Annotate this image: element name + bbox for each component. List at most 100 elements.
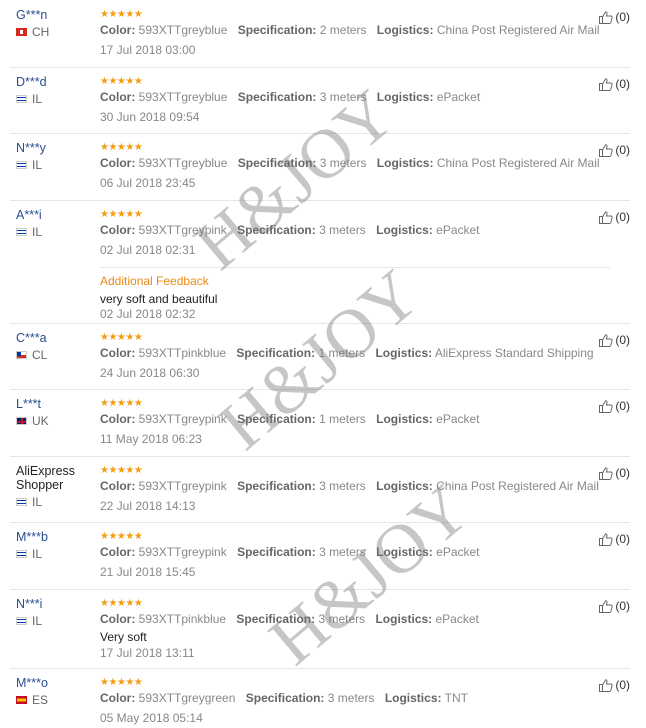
reviewer-name[interactable]: M***o (16, 676, 98, 690)
country-code: IL (32, 547, 43, 561)
helpful-button[interactable]: (0) (599, 143, 630, 157)
helpful-count: (0) (615, 10, 630, 24)
reviewer-name[interactable]: D***d (16, 75, 98, 89)
star-rating: ★★★★★ (100, 209, 143, 220)
order-attributes: Color: 593XTTgreypink Specification: 3 m… (100, 545, 610, 559)
spec-value: 3 meters (327, 691, 375, 705)
spec-label: Specification: (237, 479, 316, 493)
color-label: Color: (100, 23, 136, 37)
color-value: 593XTTgreypink (138, 223, 227, 237)
review-item: N***i IL ★★★★★ Color: 593XTTpinkblue Spe… (10, 589, 630, 669)
helpful-button[interactable]: (0) (599, 466, 630, 480)
reviewer: M***o ES (16, 676, 98, 707)
color-label: Color: (100, 412, 136, 426)
logistics-label: Logistics: (384, 691, 442, 705)
review-content: ★★★★★ Color: 593XTTpinkblue Specificatio… (100, 598, 610, 660)
flag-icon (16, 617, 27, 625)
helpful-button[interactable]: (0) (599, 333, 630, 347)
country-code: IL (32, 495, 43, 509)
review-date: 22 Jul 2018 14:13 (100, 499, 196, 513)
country-code: IL (32, 614, 43, 628)
helpful-button[interactable]: (0) (599, 532, 630, 546)
spec-value: 1 meters (318, 346, 366, 360)
star-rating: ★★★★★ (100, 398, 143, 409)
order-attributes: Color: 593XTTgreyblue Specification: 3 m… (100, 156, 610, 170)
flag-icon (16, 417, 27, 425)
reviewer-country: IL (16, 495, 98, 509)
order-attributes: Color: 593XTTgreyblue Specification: 2 m… (100, 23, 610, 37)
reviewer: N***y IL (16, 141, 98, 172)
reviewer-name[interactable]: AliExpress Shopper (16, 464, 98, 492)
logistics-label: Logistics: (376, 90, 434, 104)
review-item: C***a CL ★★★★★ Color: 593XTTpinkblue Spe… (10, 323, 630, 390)
reviewer-name[interactable]: G***n (16, 8, 98, 22)
thumbs-up-icon (599, 210, 613, 224)
country-code: ES (32, 693, 49, 707)
order-attributes: Color: 593XTTgreypink Specification: 3 m… (100, 223, 610, 237)
reviewer-country: IL (16, 158, 98, 172)
flag-icon (16, 696, 27, 704)
review-item: D***d IL ★★★★★ Color: 593XTTgreyblue Spe… (10, 67, 630, 134)
helpful-button[interactable]: (0) (599, 77, 630, 91)
spec-label: Specification: (237, 156, 317, 170)
reviewer-name[interactable]: A***i (16, 208, 98, 222)
color-label: Color: (100, 346, 136, 360)
spec-value: 1 meters (319, 412, 366, 426)
spec-value: 3 meters (318, 612, 366, 626)
review-date: 21 Jul 2018 15:45 (100, 565, 196, 579)
order-attributes: Color: 593XTTgreypink Specification: 3 m… (100, 479, 610, 493)
additional-feedback-title: Additional Feedback (100, 274, 209, 288)
review-content: ★★★★★ Color: 593XTTgreypink Specificatio… (100, 398, 610, 446)
order-attributes: Color: 593XTTgreyblue Specification: 3 m… (100, 90, 610, 104)
review-date: 06 Jul 2018 23:45 (100, 176, 196, 190)
reviewer-name[interactable]: N***i (16, 597, 98, 611)
logistics-label: Logistics: (376, 545, 433, 559)
reviewer-name[interactable]: C***a (16, 331, 98, 345)
order-attributes: Color: 593XTTgreygreen Specification: 3 … (100, 691, 610, 705)
logistics-label: Logistics: (376, 412, 433, 426)
review-item: M***b IL ★★★★★ Color: 593XTTgreypink Spe… (10, 522, 630, 590)
review-item: G***n CH ★★★★★ Color: 593XTTgreyblue Spe… (10, 0, 630, 68)
logistics-value: ePacket (436, 545, 480, 559)
helpful-count: (0) (615, 399, 630, 413)
star-rating: ★★★★★ (100, 677, 143, 688)
logistics-label: Logistics: (376, 479, 433, 493)
logistics-label: Logistics: (376, 156, 434, 170)
color-label: Color: (100, 479, 136, 493)
thumbs-up-icon (599, 599, 613, 613)
feedback-text: Very soft (100, 630, 147, 644)
reviewer-country: UK (16, 414, 98, 428)
spec-label: Specification: (237, 90, 317, 104)
helpful-count: (0) (615, 143, 630, 157)
helpful-button[interactable]: (0) (599, 678, 630, 692)
flag-icon (16, 161, 27, 169)
reviewer-name[interactable]: L***t (16, 397, 98, 411)
reviewer: G***n CH (16, 8, 98, 39)
thumbs-up-icon (599, 10, 613, 24)
flag-icon (16, 550, 27, 558)
helpful-button[interactable]: (0) (599, 210, 630, 224)
helpful-button[interactable]: (0) (599, 10, 630, 24)
additional-feedback-date: 02 Jul 2018 02:32 (100, 307, 196, 321)
color-value: 593XTTgreypink (138, 412, 227, 426)
logistics-value: ePacket (436, 223, 480, 237)
spec-value: 3 meters (319, 156, 367, 170)
color-value: 593XTTgreygreen (138, 691, 236, 705)
reviewer-country: IL (16, 225, 98, 239)
star-rating: ★★★★★ (100, 142, 143, 153)
color-value: 593XTTpinkblue (138, 346, 227, 360)
spec-label: Specification: (236, 346, 316, 360)
reviewer-country: IL (16, 614, 98, 628)
color-value: 593XTTgreyblue (138, 90, 228, 104)
review-content: ★★★★★ Color: 593XTTgreypink Specificatio… (100, 209, 610, 321)
helpful-count: (0) (615, 333, 630, 347)
star-rating: ★★★★★ (100, 9, 143, 20)
review-content: ★★★★★ Color: 593XTTgreyblue Specificatio… (100, 142, 610, 190)
reviewer-name[interactable]: N***y (16, 141, 98, 155)
helpful-button[interactable]: (0) (599, 399, 630, 413)
country-code: CL (32, 348, 48, 362)
helpful-button[interactable]: (0) (599, 599, 630, 613)
reviewer-name[interactable]: M***b (16, 530, 98, 544)
review-item: N***y IL ★★★★★ Color: 593XTTgreyblue Spe… (10, 133, 630, 201)
star-rating: ★★★★★ (100, 332, 143, 343)
